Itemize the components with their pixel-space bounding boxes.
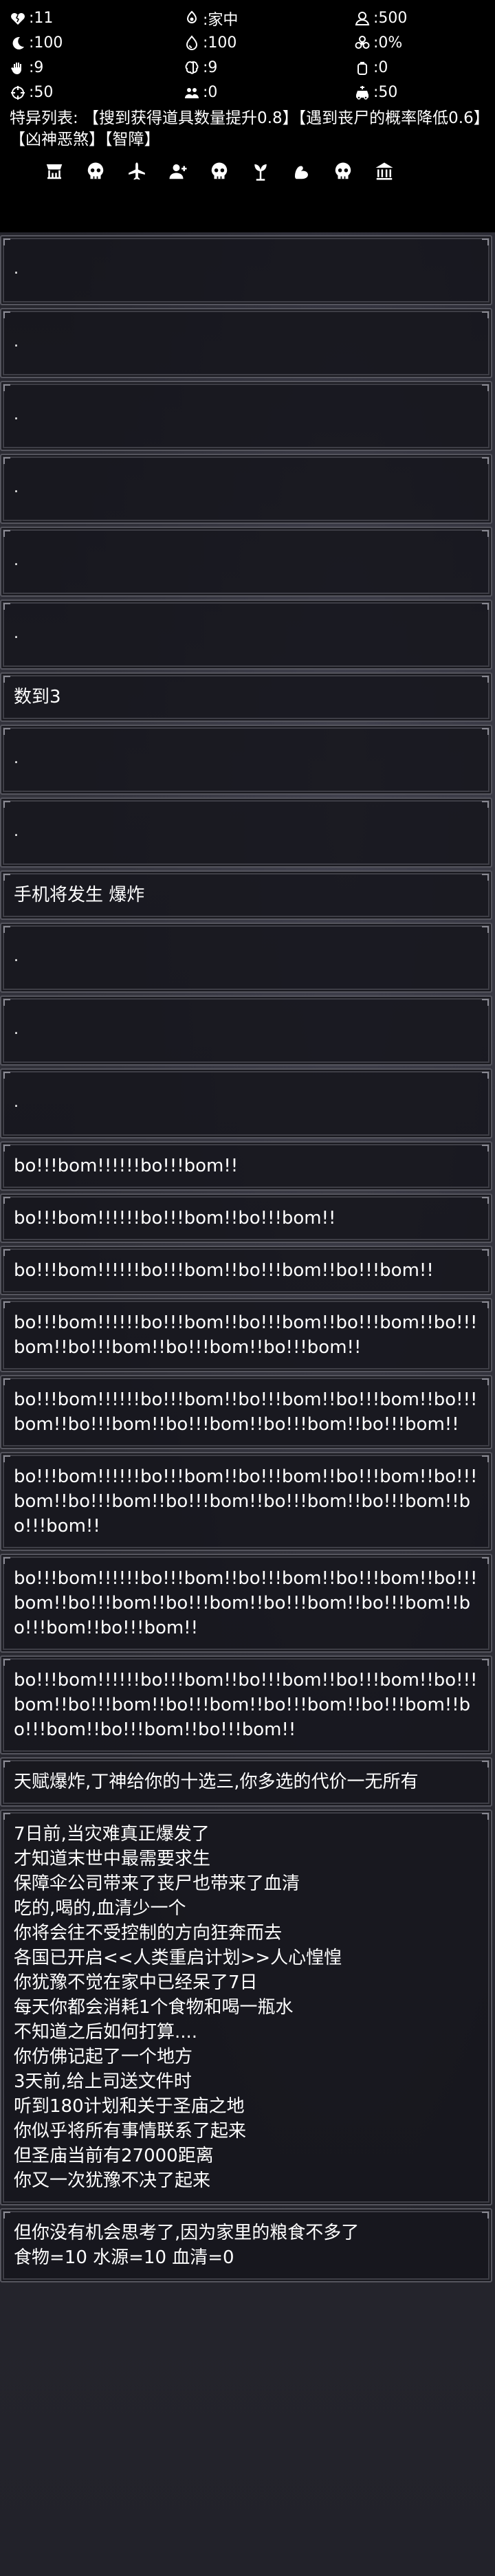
log-entry: .	[0, 599, 492, 670]
canister-icon	[354, 60, 371, 76]
log-entry: .	[0, 995, 492, 1066]
log-entry: bo!!!bom!!!!!!bo!!!bom!!bo!!!bom!!bo!!!b…	[0, 1298, 492, 1372]
log-entry: .	[0, 454, 492, 524]
log-entry: 天赋爆炸,丁神给你的十选三,你多选的代价一无所有	[0, 1757, 492, 1807]
traits-list: 特异列表: 【搜到获得道具数量提升0.8】【遇到丧尸的概率降低0.6】【凶神恶煞…	[10, 109, 482, 148]
stat-value: :100	[29, 34, 63, 52]
skull-icon[interactable]	[333, 161, 353, 184]
log-entry: .	[0, 381, 492, 451]
log-entry: 数到3	[0, 672, 492, 722]
stat-brain: :9	[184, 56, 354, 79]
log-entry: bo!!!bom!!!!!!bo!!!bom!!bo!!!bom!!bo!!!b…	[0, 1246, 492, 1295]
log-entry: .	[0, 1068, 492, 1138]
stat-biohazard: :0%	[354, 32, 491, 54]
stat-value: :500	[373, 10, 408, 27]
stat-value: :50	[29, 84, 54, 101]
brain-icon	[184, 60, 200, 76]
log-entry: .	[0, 308, 492, 378]
stat-group: :0	[184, 81, 354, 104]
event-log: ...... 数到3.. 手机将发生 爆炸... bo!!!bom!!!!!!bo!!…	[0, 235, 495, 2282]
shop-icon[interactable]	[44, 161, 65, 184]
hand-icon	[10, 60, 26, 76]
log-entry: .	[0, 235, 492, 305]
action-bar	[10, 159, 485, 186]
stat-value: :50	[373, 84, 398, 101]
skull-icon[interactable]	[85, 161, 106, 184]
group-icon	[184, 85, 200, 101]
stat-canister: :0	[354, 56, 491, 79]
stat-money-bag: :500	[354, 7, 491, 30]
stat-location-drop: :家中	[184, 7, 354, 30]
stat-crosshair: :50	[10, 81, 184, 104]
stat-value: :11	[29, 10, 54, 27]
log-entry: bo!!!bom!!!!!!bo!!!bom!!	[0, 1141, 492, 1191]
stat-heart-broken: :11	[10, 7, 184, 30]
log-entry: .	[0, 923, 492, 993]
heart-broken-icon	[10, 10, 26, 27]
log-entry: 7日前,当灾难真正爆发了 才知道末世中最需要求生 保障伞公司带来了丧尸也带来了血…	[0, 1809, 492, 2205]
stat-car: :50	[354, 81, 491, 104]
stat-value: :100	[203, 34, 237, 52]
log-entry: 手机将发生 爆炸	[0, 870, 492, 920]
add-person-icon[interactable]	[168, 161, 188, 184]
log-entry: .	[0, 527, 492, 597]
log-entry: bo!!!bom!!!!!!bo!!!bom!!bo!!!bom!!bo!!!b…	[0, 1655, 492, 1754]
log-entry: .	[0, 797, 492, 868]
stat-hand: :9	[10, 56, 184, 79]
water-drop-icon	[184, 34, 200, 52]
log-entry: .	[0, 725, 492, 795]
stat-moon: :100	[10, 32, 184, 54]
log-entry: bo!!!bom!!!!!!bo!!!bom!!bo!!!bom!!bo!!!b…	[0, 1554, 492, 1653]
stat-value: :9	[203, 59, 218, 76]
stat-value: :0%	[373, 34, 403, 52]
log-entry: bo!!!bom!!!!!!bo!!!bom!!bo!!!bom!!bo!!!b…	[0, 1452, 492, 1551]
crosshair-icon	[10, 85, 26, 101]
moon-icon	[10, 35, 26, 52]
status-header: :11 :家中 :500 :100 :100 :0% :9 :9 :0 :50 :0 :50 特异列表…	[0, 0, 495, 232]
car-icon	[354, 85, 371, 101]
stat-value: :0	[203, 84, 218, 101]
muscle-icon[interactable]	[292, 161, 312, 184]
plant-icon[interactable]	[250, 161, 271, 184]
money-bag-icon	[354, 10, 371, 27]
stats-grid: :11 :家中 :500 :100 :100 :0% :9 :9 :0 :50 :0 :50	[10, 7, 485, 104]
biohazard-icon	[354, 35, 371, 52]
stat-value: :9	[29, 59, 44, 76]
plane-icon[interactable]	[126, 161, 147, 184]
stat-value: :家中	[203, 11, 239, 29]
log-entry: bo!!!bom!!!!!!bo!!!bom!!bo!!!bom!!bo!!!b…	[0, 1375, 492, 1449]
skull-icon[interactable]	[209, 161, 230, 184]
stat-value: :0	[373, 59, 388, 76]
log-entry: 但你没有机会思考了,因为家里的粮食不多了 食物=10 水源=10 血清=0	[0, 2208, 492, 2282]
bank-icon[interactable]	[374, 161, 395, 184]
stat-water-drop: :100	[184, 32, 354, 54]
log-entry: bo!!!bom!!!!!!bo!!!bom!!bo!!!bom!!	[0, 1193, 492, 1243]
location-drop-icon	[184, 10, 200, 27]
